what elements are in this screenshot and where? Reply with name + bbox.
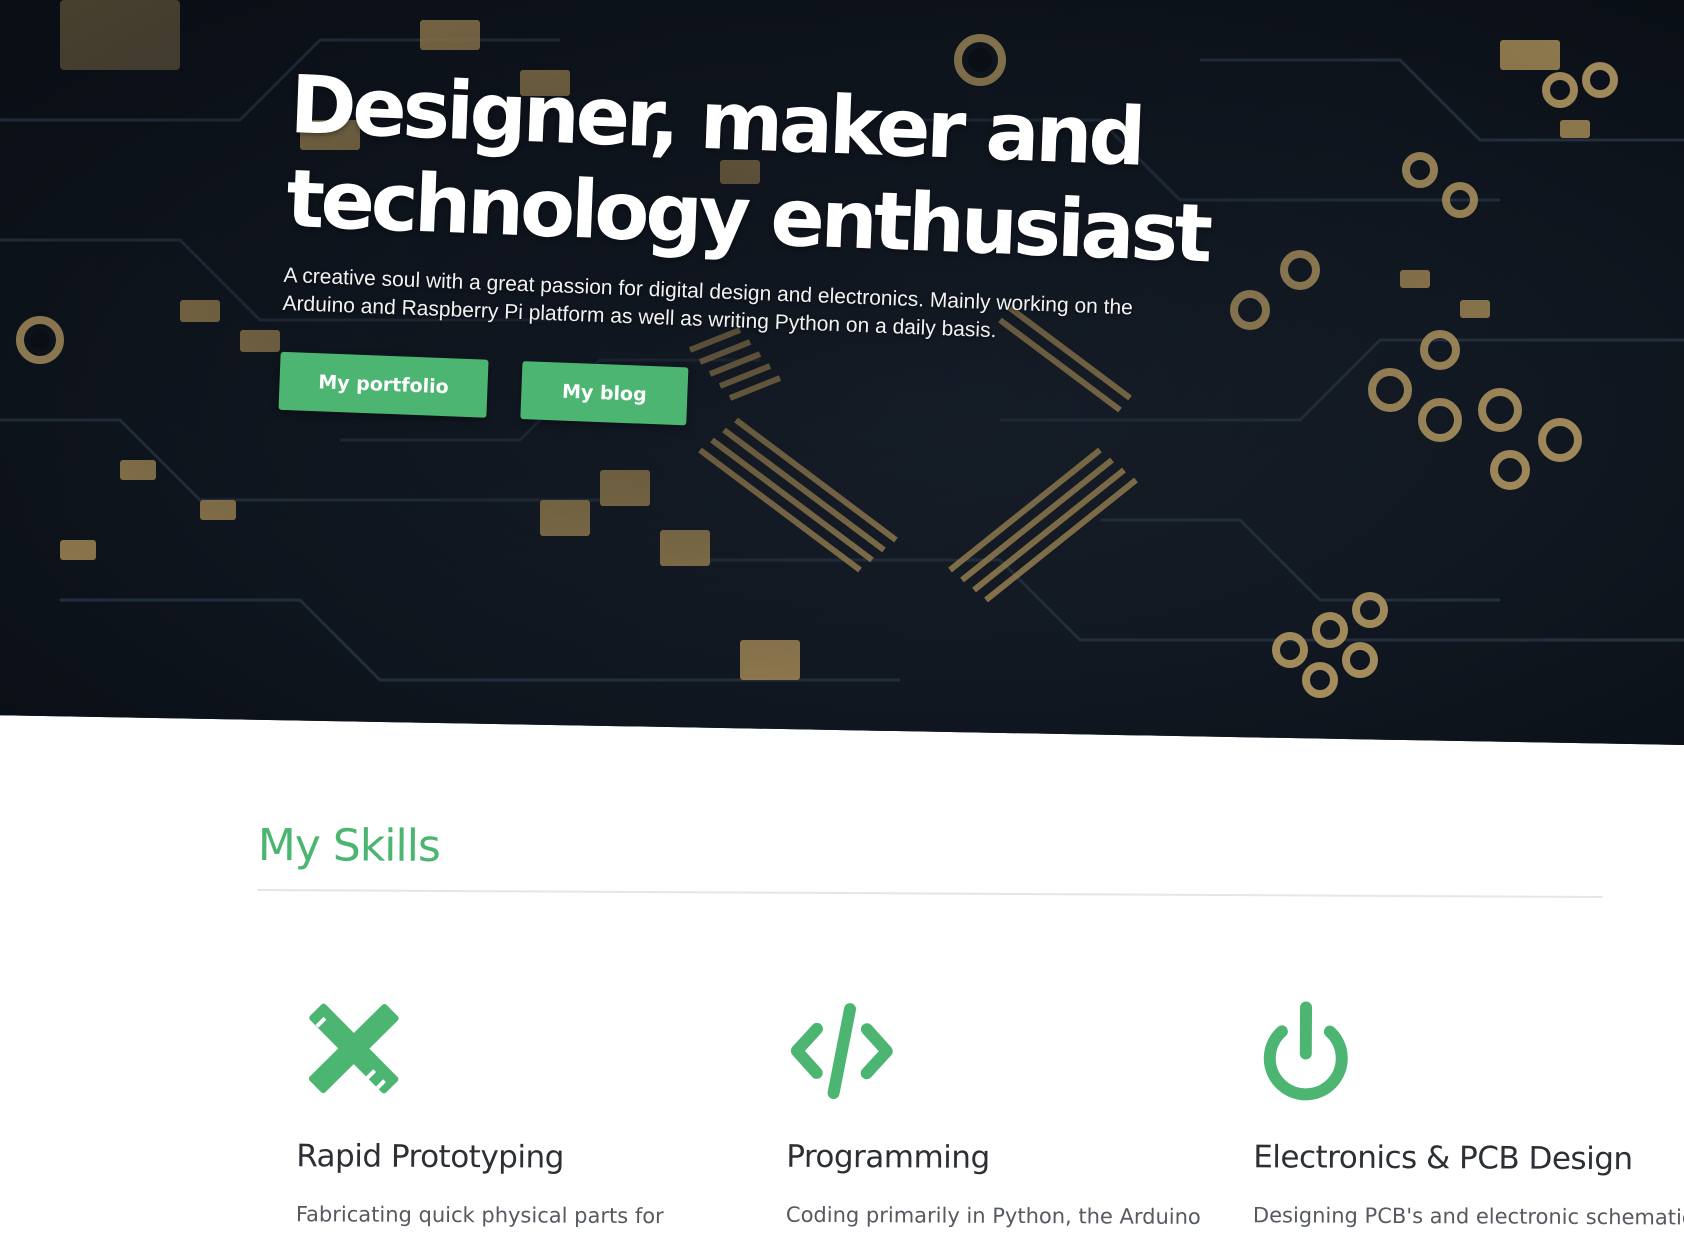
skill-title: Rapid Prototyping — [296, 1138, 564, 1176]
power-icon — [1263, 1001, 1348, 1101]
skill-card-electronics-pcb: Electronics & PCB Design Designing PCB's… — [1252, 1001, 1684, 1230]
skill-description: Fabricating quick physical parts for — [295, 1202, 664, 1229]
hero-title: Designer, maker and technology enthusias… — [285, 58, 1252, 283]
my-blog-button[interactable]: My blog — [520, 361, 689, 426]
hero-subtitle: A creative soul with a great passion for… — [282, 263, 1134, 343]
skill-title: Programming — [786, 1138, 990, 1176]
skill-card-rapid-prototyping: Rapid Prototyping Fabricating quick phys… — [296, 1000, 747, 1228]
skills-divider — [257, 888, 1603, 899]
hero-content: Designer, maker and technology enthusias… — [278, 58, 1251, 447]
skill-title: Electronics & PCB Design — [1253, 1139, 1633, 1178]
skill-card-programming: Programming Coding primarily in Python, … — [786, 1001, 1237, 1229]
my-portfolio-button[interactable]: My portfolio — [278, 351, 489, 418]
skill-description: Coding primarily in Python, the Arduino — [785, 1202, 1201, 1229]
pencil-ruler-icon — [308, 1003, 399, 1094]
skills-section: My Skills Rapid Prototyping Fabricating … — [257, 820, 1684, 1230]
code-icon — [790, 1003, 893, 1100]
skills-heading: My Skills — [257, 820, 440, 872]
skill-description: Designing PCB's and electronic schematic… — [1252, 1203, 1684, 1230]
hero-section: Designer, maker and technology enthusias… — [0, 0, 1684, 745]
